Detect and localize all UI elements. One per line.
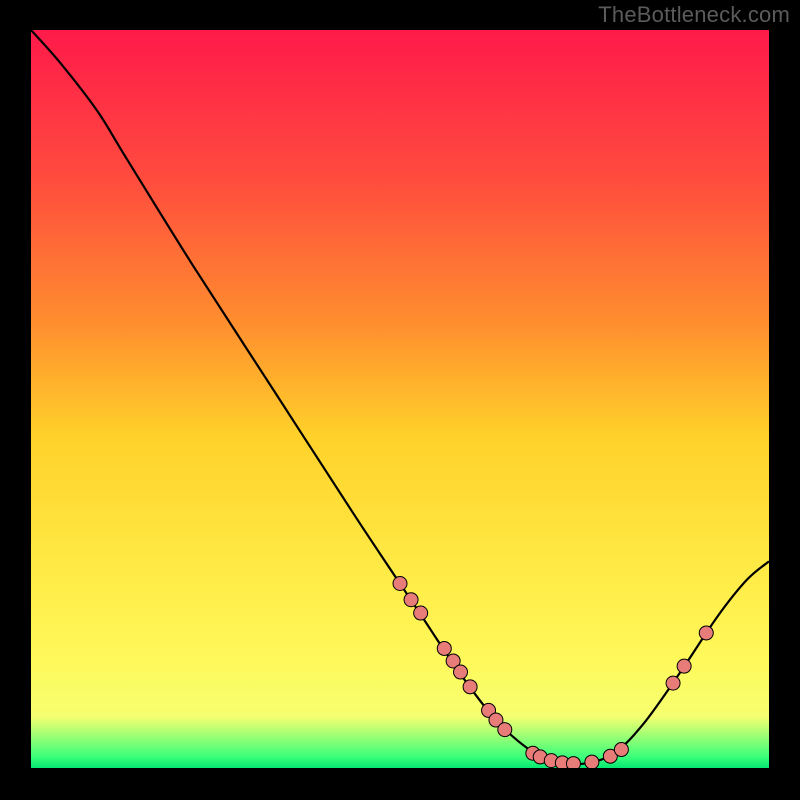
data-marker (414, 606, 428, 620)
bottleneck-chart (0, 0, 800, 800)
chart-frame: TheBottleneck.com (0, 0, 800, 800)
data-marker (454, 665, 468, 679)
data-marker (498, 723, 512, 737)
data-marker (585, 755, 599, 769)
data-marker (463, 680, 477, 694)
data-marker (437, 641, 451, 655)
data-marker (677, 659, 691, 673)
watermark-text: TheBottleneck.com (598, 2, 790, 28)
data-marker (699, 626, 713, 640)
gradient-background (31, 30, 769, 768)
data-marker (404, 593, 418, 607)
data-marker (666, 676, 680, 690)
data-marker (566, 757, 580, 771)
data-marker (393, 577, 407, 591)
data-marker (614, 743, 628, 757)
